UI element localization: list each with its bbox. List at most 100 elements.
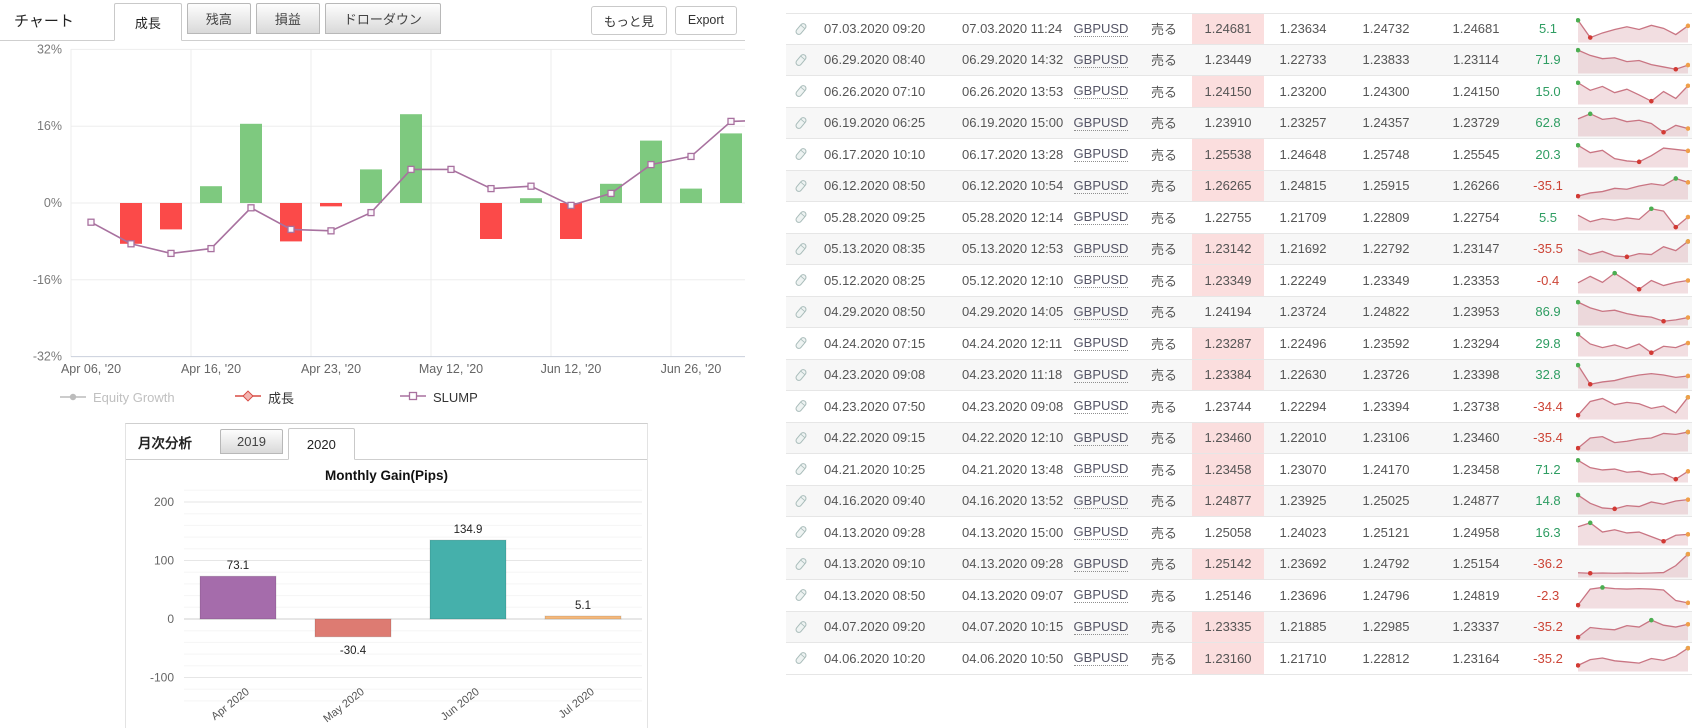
symbol-link[interactable]: GBPUSD <box>1073 367 1129 383</box>
tab-drawdown[interactable]: ドローダウン <box>324 3 441 34</box>
price4: 1.23398 <box>1452 367 1500 383</box>
table-row[interactable]: 04.13.2020 08:50 04.13.2020 09:07 GBPUSD… <box>786 580 1692 612</box>
price4: 1.23738 <box>1452 398 1500 414</box>
table-row[interactable]: 07.03.2020 09:20 07.03.2020 11:24 GBPUSD… <box>786 13 1692 45</box>
table-row[interactable]: 04.23.2020 09:08 04.23.2020 11:18 GBPUSD… <box>786 359 1692 391</box>
attachment-icon[interactable] <box>793 619 809 635</box>
symbol-link[interactable]: GBPUSD <box>1073 556 1129 572</box>
table-row[interactable]: 06.17.2020 10:10 06.17.2020 13:28 GBPUSD… <box>786 139 1692 171</box>
table-row[interactable]: 05.13.2020 08:35 05.13.2020 12:53 GBPUSD… <box>786 233 1692 265</box>
pips-value: 20.3 <box>1535 146 1561 162</box>
price3: 1.22812 <box>1362 650 1410 666</box>
tab-2019[interactable]: 2019 <box>220 429 283 454</box>
table-row[interactable]: 04.29.2020 08:50 04.29.2020 14:05 GBPUSD… <box>786 296 1692 328</box>
price4: 1.23147 <box>1452 241 1500 257</box>
symbol-link[interactable]: GBPUSD <box>1073 178 1129 194</box>
table-row[interactable]: 04.21.2020 10:25 04.21.2020 13:48 GBPUSD… <box>786 454 1692 486</box>
price1: 1.23460 <box>1192 422 1264 453</box>
attachment-icon[interactable] <box>793 430 809 446</box>
attachment-cell <box>786 76 816 107</box>
attachment-icon[interactable] <box>793 272 809 288</box>
attachment-icon[interactable] <box>793 115 809 131</box>
table-row[interactable]: 04.16.2020 09:40 04.16.2020 13:52 GBPUSD… <box>786 485 1692 517</box>
svg-text:Jun 2020: Jun 2020 <box>439 686 482 723</box>
symbol-link[interactable]: GBPUSD <box>1073 304 1129 320</box>
trade-sparkline <box>1576 17 1690 43</box>
symbol-link[interactable]: GBPUSD <box>1073 83 1129 100</box>
table-row[interactable]: 04.06.2020 10:20 04.06.2020 10:50 GBPUSD… <box>786 643 1692 675</box>
table-row[interactable]: 04.22.2020 09:15 04.22.2020 12:10 GBPUSD… <box>786 422 1692 454</box>
table-row[interactable]: 05.12.2020 08:25 05.12.2020 12:10 GBPUSD… <box>786 265 1692 297</box>
legend-growth[interactable]: 成長 <box>235 388 400 407</box>
symbol-link[interactable]: GBPUSD <box>1073 21 1129 37</box>
symbol-cell: GBPUSD <box>1066 171 1136 202</box>
trade-action: 売る <box>1150 305 1177 321</box>
tab-balance[interactable]: 残高 <box>186 3 251 34</box>
symbol-link[interactable]: GBPUSD <box>1073 650 1129 667</box>
symbol-link[interactable]: GBPUSD <box>1073 241 1129 257</box>
table-row[interactable]: 04.24.2020 07:15 04.24.2020 12:11 GBPUSD… <box>786 328 1692 360</box>
attachment-icon[interactable] <box>793 241 809 257</box>
attachment-icon[interactable] <box>793 461 809 477</box>
symbol-link[interactable]: GBPUSD <box>1073 52 1129 68</box>
trade-action: 売る <box>1150 53 1177 69</box>
symbol-link[interactable]: GBPUSD <box>1073 146 1129 163</box>
attachment-icon[interactable] <box>793 304 809 320</box>
symbol-link[interactable]: GBPUSD <box>1073 587 1129 604</box>
table-row[interactable]: 04.13.2020 09:10 04.13.2020 09:28 GBPUSD… <box>786 548 1692 580</box>
attachment-icon[interactable] <box>793 83 809 99</box>
table-row[interactable]: 06.12.2020 08:50 06.12.2020 10:54 GBPUSD… <box>786 170 1692 202</box>
attachment-icon[interactable] <box>793 556 809 572</box>
symbol-link[interactable]: GBPUSD <box>1073 209 1129 226</box>
table-row[interactable]: 04.07.2020 09:20 04.07.2020 10:15 GBPUSD… <box>786 611 1692 643</box>
symbol-link[interactable]: GBPUSD <box>1073 430 1129 446</box>
symbol-link[interactable]: GBPUSD <box>1073 461 1129 478</box>
attachment-icon[interactable] <box>793 367 809 383</box>
attachment-cell <box>786 139 816 170</box>
legend-slump[interactable]: SLUMP <box>400 390 478 405</box>
svg-text:200: 200 <box>154 495 174 509</box>
trade-action: 売る <box>1150 147 1177 163</box>
export-button[interactable]: Export <box>674 5 737 35</box>
tab-growth[interactable]: 成長 <box>113 3 182 41</box>
attachment-icon[interactable] <box>793 335 809 351</box>
trade-action: 売る <box>1150 116 1177 132</box>
symbol-link[interactable]: GBPUSD <box>1073 493 1129 509</box>
attachment-icon[interactable] <box>793 146 809 162</box>
tab-2020[interactable]: 2020 <box>287 428 355 460</box>
close-time: 06.26.2020 13:53 <box>962 83 1064 99</box>
table-row[interactable]: 04.13.2020 09:28 04.13.2020 15:00 GBPUSD… <box>786 517 1692 549</box>
table-row[interactable]: 06.19.2020 06:25 06.19.2020 15:00 GBPUSD… <box>786 107 1692 139</box>
symbol-link[interactable]: GBPUSD <box>1073 115 1129 131</box>
trading-dashboard: チャート 成長 残高 損益 ドローダウン もっと見 Export 32% 16% 0… <box>0 0 1692 728</box>
more-button[interactable]: もっと見 <box>590 5 667 35</box>
trade-sparkline <box>1576 585 1690 609</box>
price3: 1.24796 <box>1362 587 1410 603</box>
attachment-icon[interactable] <box>793 493 809 509</box>
attachment-icon[interactable] <box>793 398 809 414</box>
attachment-icon[interactable] <box>793 21 809 37</box>
symbol-link[interactable]: GBPUSD <box>1073 335 1129 352</box>
table-row[interactable]: 06.29.2020 08:40 06.29.2020 14:32 GBPUSD… <box>786 44 1692 76</box>
symbol-link[interactable]: GBPUSD <box>1073 398 1129 415</box>
attachment-icon[interactable] <box>793 650 809 666</box>
attachment-icon[interactable] <box>793 587 809 603</box>
symbol-link[interactable]: GBPUSD <box>1073 619 1129 635</box>
price4: 1.22754 <box>1452 209 1500 225</box>
table-row[interactable]: 05.28.2020 09:25 05.28.2020 12:14 GBPUSD… <box>786 202 1692 234</box>
attachment-icon[interactable] <box>793 52 809 68</box>
price3: 1.23394 <box>1362 398 1410 414</box>
attachment-icon[interactable] <box>793 209 809 225</box>
table-row[interactable]: 04.23.2020 07:50 04.23.2020 09:08 GBPUSD… <box>786 391 1692 423</box>
legend-equity-growth[interactable]: Equity Growth <box>60 390 235 405</box>
table-row[interactable]: 06.26.2020 07:10 06.26.2020 13:53 GBPUSD… <box>786 76 1692 108</box>
symbol-link[interactable]: GBPUSD <box>1073 272 1129 289</box>
trade-sparkline <box>1577 111 1690 137</box>
attachment-icon[interactable] <box>793 524 809 540</box>
sparkline-cell <box>1574 45 1692 76</box>
close-time: 06.12.2020 10:54 <box>962 178 1064 194</box>
attachment-icon[interactable] <box>793 178 809 194</box>
price1: 1.23349 <box>1192 265 1264 296</box>
symbol-link[interactable]: GBPUSD <box>1073 524 1129 541</box>
tab-profit-loss[interactable]: 損益 <box>255 3 320 34</box>
